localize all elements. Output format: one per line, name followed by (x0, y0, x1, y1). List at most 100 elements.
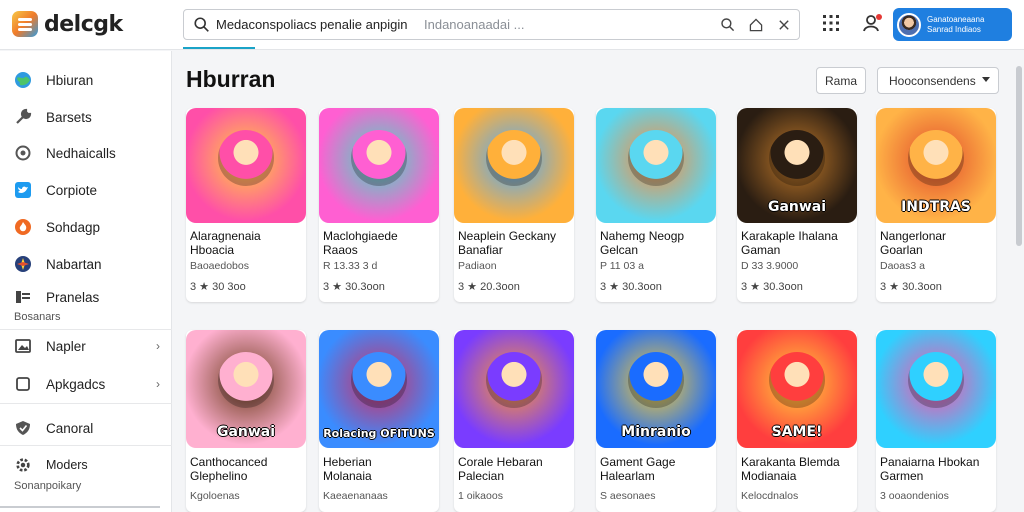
profile-notification-icon[interactable] (860, 12, 882, 34)
app-rating: 3 ★ 30.3oon (600, 281, 662, 293)
app-meta: 1 oikaoos (458, 490, 503, 502)
app-thumbnail[interactable] (319, 108, 439, 223)
shield-icon (14, 419, 32, 437)
app-meta: Kelocdnalos (741, 490, 799, 502)
app-card[interactable]: Neaplein Geckany Banafiar Padiaon 3 ★ 20.3o… (454, 108, 574, 302)
sidebar-item-corpiote[interactable]: Corpiote (14, 179, 164, 201)
sidebar-item-nabartan[interactable]: Nabartan (14, 253, 164, 275)
sidebar-item-hbiuran[interactable]: Hbiuran (14, 69, 164, 91)
app-logo[interactable]: delcgk (12, 11, 123, 37)
sidebar-scrollbar[interactable] (0, 506, 160, 508)
app-thumbnail[interactable]: Ganwai (186, 330, 306, 448)
app-thumbnail[interactable]: Minranio (596, 330, 716, 448)
app-card[interactable]: Minranio Gament Gage Halearlam S aesonaes (596, 330, 716, 512)
app-meta: Daoas3 a (880, 260, 925, 272)
stack-icon (14, 288, 32, 306)
character-illustration (486, 352, 542, 408)
chevron-right-icon: › (156, 339, 160, 353)
app-subtitle: Gelcan (600, 243, 639, 257)
app-title: Maclohgiaede (323, 229, 398, 243)
app-card[interactable]: Alaragnenaia Hboacia Baoaedobos 3 ★ 30 3oo (186, 108, 306, 302)
app-card[interactable]: INDTRAS Nangerlonar Goarlan Daoas3 a 3 ★ 30.… (876, 108, 996, 302)
app-subtitle: Modianaia (741, 469, 797, 483)
app-thumbnail[interactable]: INDTRAS (876, 108, 996, 223)
app-thumbnail[interactable] (454, 330, 574, 448)
app-thumbnail[interactable]: Rolacing OFITUNS (319, 330, 439, 448)
close-icon[interactable] (774, 15, 794, 35)
sidebar: Hbiuran Barsets Nedhaicalls Corpiote Soh… (0, 51, 172, 512)
chevron-down-icon (982, 77, 990, 82)
sidebar-item-barsets[interactable]: Barsets (14, 106, 164, 128)
sidebar-subtitle-pranelas: Bosanars (14, 311, 61, 323)
app-card[interactable]: SAME! Karakanta Blemda Modianaia Kelocdnalo… (737, 330, 857, 512)
character-illustration (351, 130, 407, 186)
app-meta: D 33 3.9000 (741, 260, 799, 272)
sidebar-item-sohdagp[interactable]: Sohdagp (14, 216, 164, 238)
compass-icon (14, 255, 32, 273)
app-title: Panaiarna Hbokan (880, 455, 980, 469)
app-meta: Baoaedobos (190, 260, 249, 272)
sidebar-item-pranelas[interactable]: Pranelas (14, 286, 164, 308)
app-subtitle: Garmen (880, 469, 924, 483)
avatar (897, 12, 921, 37)
home-icon[interactable] (746, 15, 766, 35)
sidebar-item-apkgadcs[interactable]: Apkgadcs › (14, 373, 164, 395)
sidebar-item-label: Barsets (46, 109, 92, 125)
character-illustration (769, 352, 825, 408)
app-subtitle: Hboacia (190, 243, 235, 257)
app-thumbnail[interactable]: SAME! (737, 330, 857, 448)
character-illustration (486, 130, 542, 186)
app-card[interactable]: Ganwai Canthocanced Glephelino Kgoloenas (186, 330, 306, 512)
apps-grid-icon[interactable] (820, 12, 842, 34)
sidebar-item-canoral[interactable]: Canoral (14, 417, 164, 439)
search-bar[interactable]: Medaconspoliacs penalie anpigin Indanoan… (183, 9, 800, 40)
app-card[interactable]: Corale Hebaran Palecian 1 oikaoos (454, 330, 574, 512)
app-subtitle: Raaos (323, 243, 358, 257)
square-icon (14, 375, 32, 393)
app-card[interactable]: Rolacing OFITUNS Heberian Molanaia Kaeaenan… (319, 330, 439, 512)
globe-icon (14, 71, 32, 89)
account-button[interactable]: Ganatoaneaana Sanrad Indiaos (893, 8, 1012, 41)
sort-button[interactable]: Rama (816, 67, 866, 94)
app-meta: Padiaon (458, 260, 497, 272)
refresh-icon (14, 144, 32, 162)
app-card[interactable]: Panaiarna Hbokan Garmen 3 ooaondenios (876, 330, 996, 512)
thumbnail-caption: Minranio (621, 424, 691, 440)
sidebar-item-nedhaicalls[interactable]: Nedhaicalls (14, 142, 164, 164)
app-thumbnail[interactable] (454, 108, 574, 223)
character-illustration (769, 130, 825, 186)
sidebar-item-label: Nabartan (46, 256, 102, 272)
app-card[interactable]: Nahemg Neogp Gelcan P 11 03 a 3 ★ 30.3oon (596, 108, 716, 302)
character-illustration (628, 352, 684, 408)
app-title: Alaragnenaia (190, 229, 261, 243)
sidebar-item-napler[interactable]: Napler › (14, 335, 164, 357)
sidebar-item-label: Apkgadcs (46, 376, 106, 392)
search-input[interactable]: Medaconspoliacs penalie anpigin (216, 17, 408, 32)
top-bar: delcgk Medaconspoliacs penalie anpigin I… (0, 0, 1024, 50)
thumbnail-caption: Rolacing OFITUNS (323, 427, 435, 440)
search-button-icon[interactable] (718, 15, 738, 35)
sidebar-item-label: Moders (46, 458, 88, 472)
app-meta: Kaeaenanaas (323, 490, 388, 502)
sidebar-item-label: Napler (46, 338, 86, 354)
app-thumbnail[interactable] (186, 108, 306, 223)
app-thumbnail[interactable]: Ganwai (737, 108, 857, 223)
app-meta: Kgoloenas (190, 490, 240, 502)
app-card[interactable]: Maclohgiaede Raaos R 13.33 3 d 3 ★ 30.3oon (319, 108, 439, 302)
filter-dropdown-label: Hooconsendens (889, 73, 976, 88)
app-meta: 3 ooaondenios (880, 490, 949, 502)
app-thumbnail[interactable] (876, 330, 996, 448)
character-illustration (908, 130, 964, 186)
app-thumbnail[interactable] (596, 108, 716, 223)
app-card[interactable]: Ganwai Karakaple Ihalana Gaman D 33 3.9000 3… (737, 108, 857, 302)
main-scrollbar[interactable] (1016, 66, 1022, 246)
image-icon (14, 337, 32, 355)
character-illustration (351, 352, 407, 408)
character-illustration (218, 352, 274, 408)
app-rating: 3 ★ 30.3oon (880, 281, 942, 293)
sidebar-item-moders[interactable]: Moders (14, 454, 164, 476)
app-subtitle: Glephelino (190, 469, 248, 483)
character-illustration (908, 352, 964, 408)
gear-icon (14, 456, 32, 474)
filter-dropdown[interactable]: Hooconsendens (877, 67, 999, 94)
